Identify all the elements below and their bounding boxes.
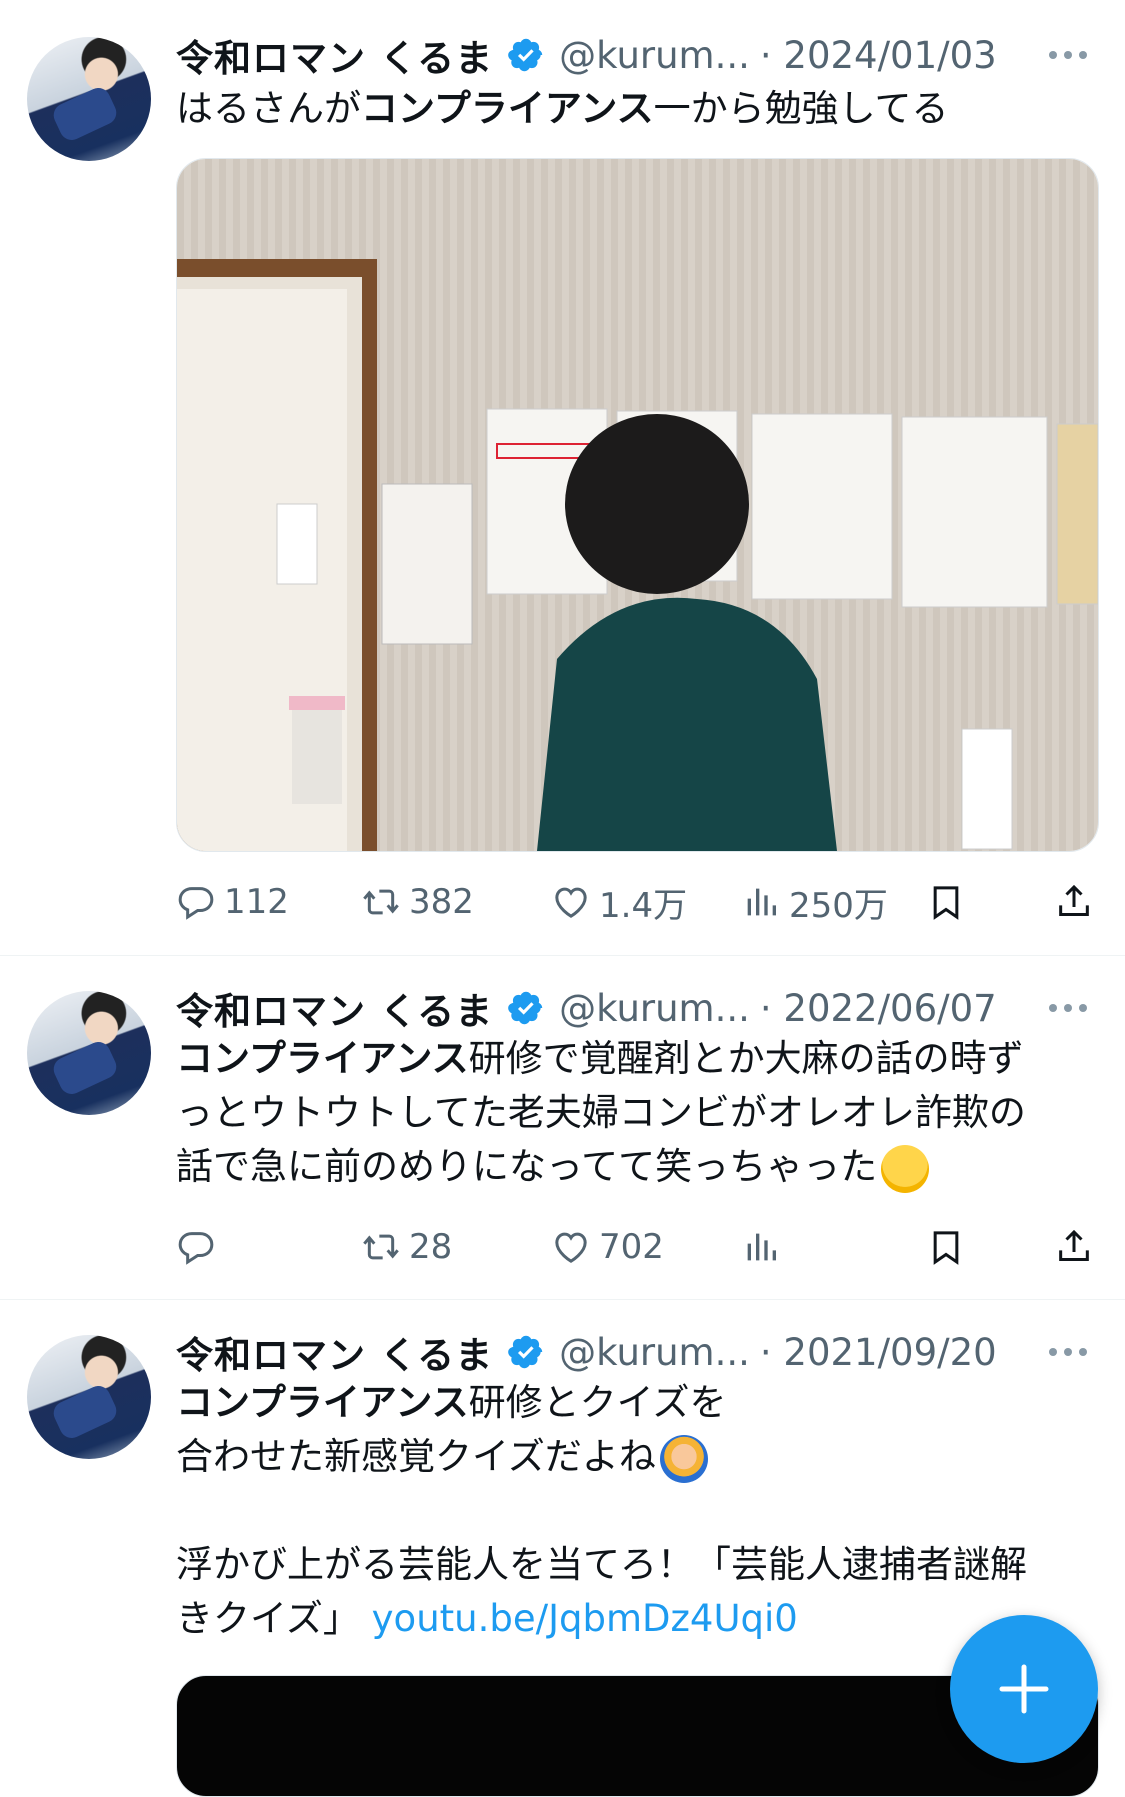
- tweet-2[interactable]: 令和ロマン くるま @kurum... · 2022/06/07 コンプライアン…: [0, 956, 1125, 1299]
- youtube-link[interactable]: youtu.be/JqbmDz4Uqi0: [372, 1597, 798, 1640]
- share-icon: [1054, 882, 1094, 922]
- author-name[interactable]: 令和ロマン くるま: [176, 1325, 493, 1379]
- author-handle[interactable]: @kurum...: [559, 987, 750, 1030]
- views-icon: [741, 882, 781, 922]
- tweet-date: · 2021/09/20: [759, 1330, 997, 1374]
- bookmark-button[interactable]: [926, 1222, 966, 1272]
- tweet-text: コンプライアンス研修で覚醒剤とか大麻の話の時ず っとウトウトしてた老夫婦コンビが…: [176, 1032, 1026, 1194]
- author-handle[interactable]: @kurum...: [559, 34, 750, 77]
- more-icon[interactable]: [1049, 1322, 1087, 1382]
- more-icon[interactable]: [1049, 978, 1087, 1038]
- retweet-count: 382: [409, 882, 474, 922]
- reply-button[interactable]: 112: [176, 877, 289, 927]
- bookmark-button[interactable]: [926, 877, 966, 927]
- retweet-button[interactable]: 382: [361, 877, 474, 927]
- avatar[interactable]: [27, 991, 151, 1115]
- like-button[interactable]: 702: [551, 1222, 664, 1272]
- tweet-actions: 112 382 1.4万 250万: [176, 877, 1091, 927]
- tweet-date: · 2022/06/07: [759, 986, 997, 1030]
- view-count: 250万: [789, 885, 888, 926]
- avatar[interactable]: [27, 37, 151, 161]
- tweet-text: はるさんがコンプライアンス一から勉強してる: [176, 87, 949, 130]
- photo-illustration: [177, 159, 1098, 851]
- verified-badge-icon: [507, 36, 545, 74]
- retweet-button[interactable]: 28: [361, 1222, 452, 1272]
- heart-icon: [551, 882, 591, 922]
- tweet-1[interactable]: 令和ロマン くるま @kurum... · 2024/01/03 はるさんがコン…: [0, 0, 1125, 955]
- views-icon: [741, 1227, 781, 1267]
- retweet-icon: [361, 1227, 401, 1267]
- reply-button[interactable]: [176, 1222, 224, 1272]
- reply-icon: [176, 1227, 216, 1267]
- verified-badge-icon: [507, 1333, 545, 1371]
- person-gesturing-ok-emoji-icon: [659, 1434, 708, 1483]
- share-button[interactable]: [1054, 877, 1094, 927]
- heart-icon: [551, 1227, 591, 1267]
- reply-count: 112: [224, 882, 289, 922]
- tweet-actions: 28 702: [176, 1222, 1091, 1272]
- tweet-date: · 2024/01/03: [759, 33, 997, 77]
- more-icon[interactable]: [1049, 25, 1087, 85]
- verified-badge-icon: [507, 989, 545, 1027]
- like-count: 1.4万: [599, 885, 688, 926]
- share-icon: [1054, 1227, 1094, 1267]
- reply-icon: [176, 882, 216, 922]
- plus-icon: [999, 1664, 1049, 1714]
- author-name[interactable]: 令和ロマン くるま: [176, 981, 493, 1035]
- retweet-icon: [361, 882, 401, 922]
- compose-button[interactable]: [950, 1615, 1098, 1763]
- like-count: 702: [599, 1227, 664, 1267]
- avatar[interactable]: [27, 1335, 151, 1459]
- bookmark-icon: [926, 1227, 966, 1267]
- tweet-photo[interactable]: [176, 158, 1099, 852]
- crying-face-emoji-icon: [881, 1144, 930, 1193]
- views-button[interactable]: [741, 1222, 789, 1272]
- views-button[interactable]: 250万: [741, 877, 888, 927]
- tweet-text: コンプライアンス研修とクイズを 合わせた新感覚クイズだよね 浮かび上がる芸能人を…: [176, 1381, 1027, 1640]
- author-name[interactable]: 令和ロマン くるま: [176, 28, 493, 82]
- share-button[interactable]: [1054, 1222, 1094, 1272]
- bookmark-icon: [926, 882, 966, 922]
- author-handle[interactable]: @kurum...: [559, 1331, 750, 1374]
- like-button[interactable]: 1.4万: [551, 877, 687, 927]
- retweet-count: 28: [409, 1227, 453, 1267]
